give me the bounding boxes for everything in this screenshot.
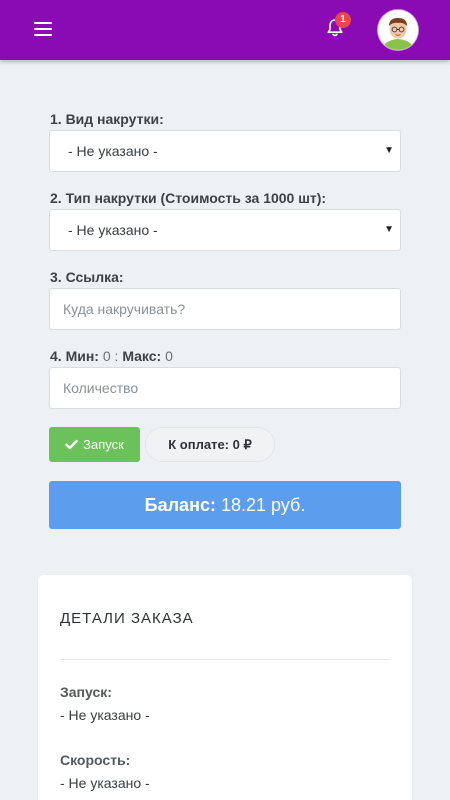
checkmark-icon xyxy=(65,439,78,450)
launch-button[interactable]: Запуск xyxy=(49,427,140,462)
min-max-separator: : xyxy=(114,348,119,364)
quantity-input[interactable] xyxy=(49,367,401,409)
divider xyxy=(60,659,390,660)
hamburger-menu-icon[interactable] xyxy=(34,22,52,36)
link-input[interactable] xyxy=(49,288,401,330)
service-kind-selected-value: - Не указано - xyxy=(68,222,158,238)
launch-button-label: Запуск xyxy=(83,437,124,452)
dropdown-caret-icon: ▼ xyxy=(384,145,394,156)
min-value: 0 xyxy=(102,348,111,364)
top-app-bar: 1 xyxy=(0,0,450,60)
service-kind-label: 2. Тип накрутки (Стоимость за 1000 шт): xyxy=(50,190,327,206)
service-kind-select[interactable]: - Не указано - ▼ xyxy=(49,209,401,251)
detail-speed-value: - Не указано - xyxy=(60,775,150,791)
service-type-selected-value: - Не указано - xyxy=(68,143,158,159)
min-max-label: 4. Мин: 0 : Макс: 0 xyxy=(50,348,173,364)
link-label: 3. Ссылка: xyxy=(50,269,124,285)
max-label: Макс: xyxy=(122,348,162,364)
max-value: 0 xyxy=(165,348,173,364)
user-avatar[interactable] xyxy=(378,10,418,50)
detail-speed-label: Скорость: xyxy=(60,752,131,768)
notification-badge: 1 xyxy=(335,12,351,28)
payment-amount-badge: К оплате: 0 ₽ xyxy=(145,427,275,462)
balance-label: Баланс: xyxy=(144,494,216,515)
min-label: 4. Мин: xyxy=(50,348,99,364)
balance-value: 18.21 руб. xyxy=(220,494,306,515)
service-type-label: 1. Вид накрутки: xyxy=(50,111,164,127)
detail-start-value: - Не указано - xyxy=(60,707,150,723)
dropdown-caret-icon: ▼ xyxy=(384,224,394,235)
detail-start-label: Запуск: xyxy=(60,684,112,700)
service-type-select[interactable]: - Не указано - ▼ xyxy=(49,130,401,172)
balance-banner: Баланс: 18.21 руб. xyxy=(49,481,401,529)
order-details-title: ДЕТАЛИ ЗАКАЗА xyxy=(60,610,194,627)
order-details-card: ДЕТАЛИ ЗАКАЗА Запуск: - Не указано - Ско… xyxy=(38,575,412,800)
